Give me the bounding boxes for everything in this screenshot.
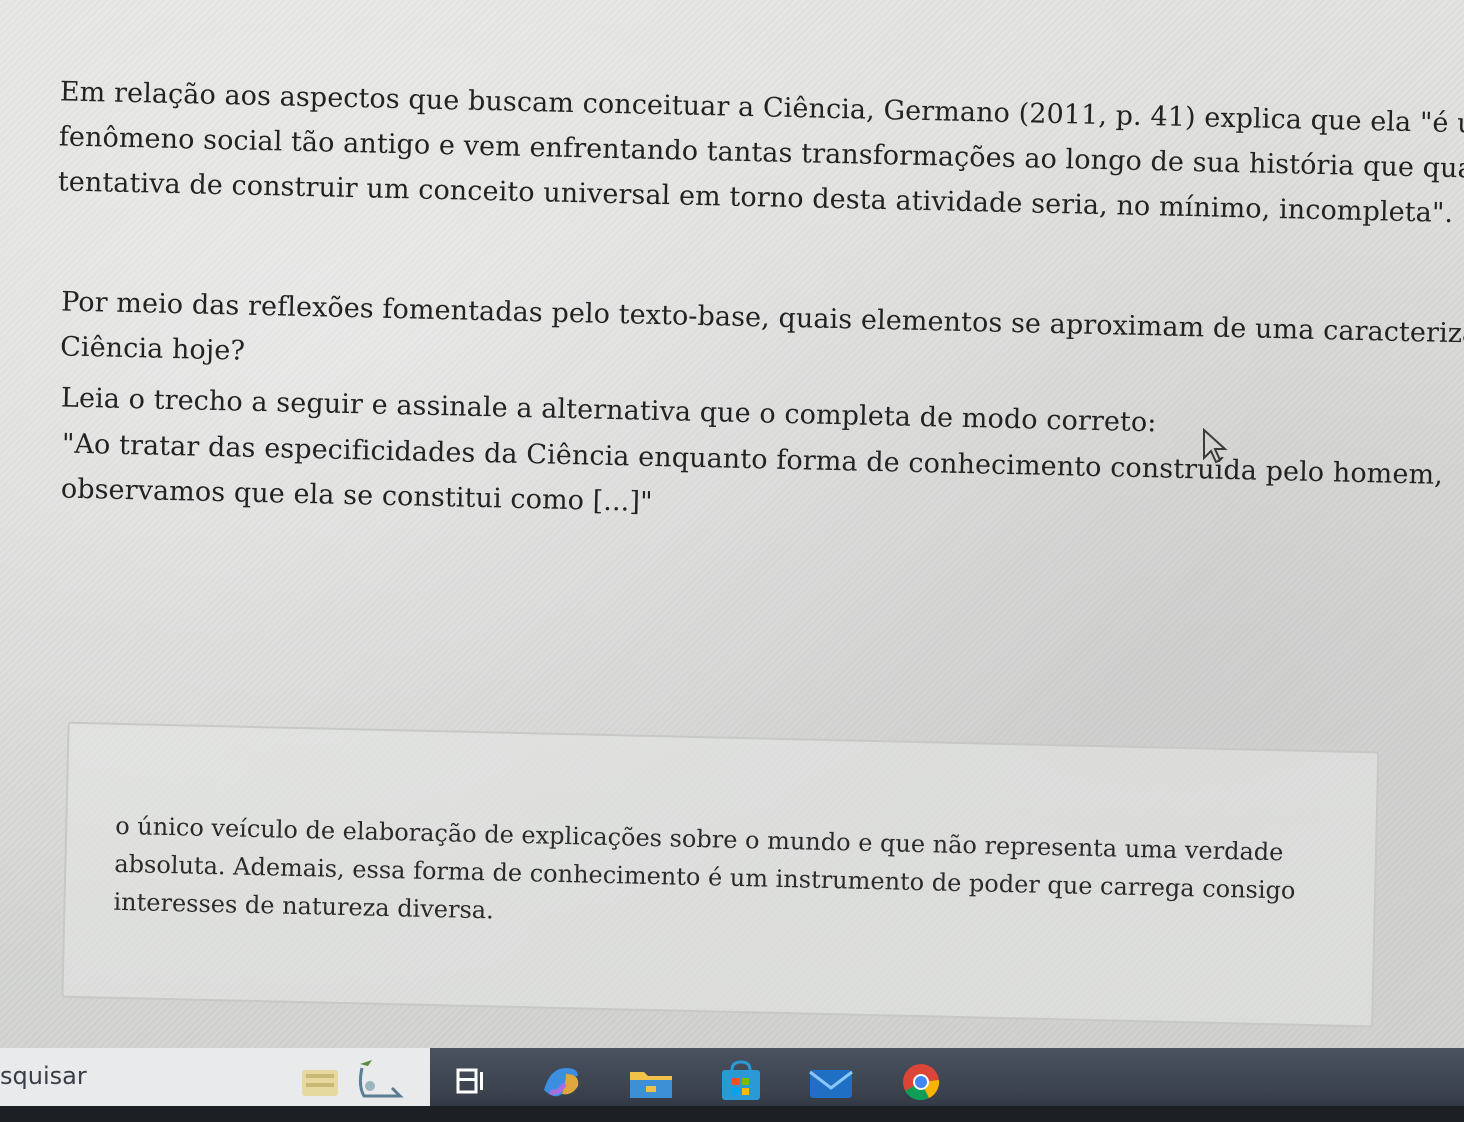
mail-icon[interactable] [806,1060,856,1104]
screen-bezel [0,1106,1464,1122]
file-explorer-icon[interactable] [626,1060,676,1104]
task-view-icon[interactable] [446,1060,496,1104]
mouse-cursor-icon [1203,428,1228,464]
store-icon[interactable] [716,1060,766,1104]
copilot-icon[interactable] [536,1060,586,1104]
question-page: Em relação aos aspectos que buscam conce… [0,0,1464,1083]
question-context: Em relação aos aspectos que buscam conce… [57,69,1464,235]
taskbar-search[interactable]: squisar [0,1048,430,1110]
answer-option[interactable]: o único veículo de elaboração de explica… [61,721,1380,1028]
search-placeholder: squisar [0,1062,87,1090]
chrome-icon[interactable] [896,1060,946,1104]
answer-option-text: o único veículo de elaboração de explica… [113,807,1295,947]
search-highlight-icon [302,1060,404,1098]
